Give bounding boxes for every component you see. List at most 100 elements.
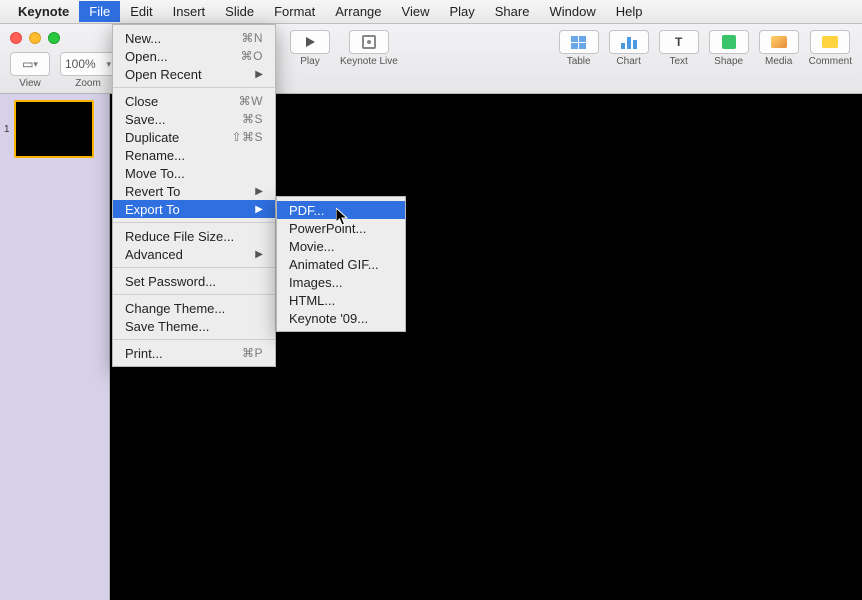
file-menu-reduce-file-size[interactable]: Reduce File Size... [113, 227, 275, 245]
slide-navigator[interactable]: 1 [0, 94, 110, 600]
file-menu-advanced[interactable]: Advanced ▶ [113, 245, 275, 263]
menu-item-label: Revert To [125, 184, 180, 199]
menu-item-label: Set Password... [125, 274, 216, 289]
menu-item-label: Save Theme... [125, 319, 209, 334]
chevron-right-icon: ▶ [255, 69, 263, 80]
shape-label: Shape [714, 56, 743, 67]
menu-view[interactable]: View [392, 1, 440, 22]
menu-separator [113, 222, 275, 223]
export-to-submenu: PDF...PowerPoint... Movie... Animated GIF.… [276, 196, 406, 332]
minimize-window-button[interactable] [29, 32, 41, 44]
chevron-down-icon: ▾ [33, 59, 38, 70]
file-menu-print[interactable]: Print... ⌘P [113, 344, 275, 362]
comment-icon [822, 36, 838, 48]
shape-button[interactable]: Shape [709, 30, 749, 67]
menu-item-label: Images... [289, 275, 342, 290]
export-html[interactable]: HTML... [277, 291, 405, 309]
menu-slide[interactable]: Slide [215, 1, 264, 22]
file-menu-set-password[interactable]: Set Password... [113, 272, 275, 290]
menu-item-label: Advanced [125, 247, 183, 262]
menu-item-label: Open... [125, 49, 168, 64]
text-button[interactable]: T Text [659, 30, 699, 67]
close-window-button[interactable] [10, 32, 22, 44]
menubar: Keynote FileEditInsertSlideFormatArrange… [0, 0, 862, 24]
export-animated-gif[interactable]: Animated GIF... [277, 255, 405, 273]
comment-label: Comment [809, 56, 852, 67]
chevron-right-icon: ▶ [255, 204, 263, 215]
menu-help[interactable]: Help [606, 1, 653, 22]
menu-file[interactable]: File [79, 1, 120, 22]
menu-edit[interactable]: Edit [120, 1, 162, 22]
chevron-right-icon: ▶ [255, 249, 263, 260]
file-menu-open[interactable]: Open...⌘O [113, 47, 275, 65]
file-menu-new[interactable]: New... ⌘N [113, 29, 275, 47]
menu-item-label: Keynote '09... [289, 311, 368, 326]
file-menu-move-to[interactable]: Move To... [113, 164, 275, 182]
menu-item-label: Open Recent [125, 67, 202, 82]
comment-button[interactable]: Comment [809, 30, 852, 67]
menu-separator [113, 87, 275, 88]
media-icon [771, 36, 787, 48]
sidebar-icon: ▭ [22, 57, 33, 71]
slide-thumbnail[interactable] [14, 100, 94, 158]
menu-item-label: Animated GIF... [289, 257, 379, 272]
file-menu-export-to[interactable]: Export To ▶ [113, 200, 275, 218]
menu-item-label: Close [125, 94, 158, 109]
menu-item-label: Print... [125, 346, 163, 361]
file-menu-close[interactable]: Close⌘W [113, 92, 275, 110]
keynote-live-button[interactable]: Keynote Live [340, 30, 398, 67]
file-menu-save-theme[interactable]: Save Theme... [113, 317, 275, 335]
window-controls [10, 32, 60, 44]
menu-item-label: Rename... [125, 148, 185, 163]
menu-item-label: Movie... [289, 239, 335, 254]
file-menu-duplicate[interactable]: Duplicate ⇧⌘S [113, 128, 275, 146]
menu-separator [113, 267, 275, 268]
menu-format[interactable]: Format [264, 1, 325, 22]
zoom-label: Zoom [75, 78, 101, 89]
export-powerpoint[interactable]: PowerPoint... [277, 219, 405, 237]
menu-separator [113, 294, 275, 295]
table-button[interactable]: Table [559, 30, 599, 67]
slide-thumbnail-item[interactable]: 1 [4, 100, 105, 158]
file-menu-revert-to[interactable]: Revert To ▶ [113, 182, 275, 200]
view-button[interactable]: ▭ ▾ View [10, 52, 50, 89]
text-label: Text [669, 56, 687, 67]
menu-shortcut: ⌘N [241, 31, 263, 45]
file-menu-open-recent[interactable]: Open Recent ▶ [113, 65, 275, 83]
menu-share[interactable]: Share [485, 1, 540, 22]
app-name[interactable]: Keynote [18, 4, 69, 19]
export-movie[interactable]: Movie... [277, 237, 405, 255]
file-menu-change-theme[interactable]: Change Theme... [113, 299, 275, 317]
table-label: Table [567, 56, 591, 67]
chevron-right-icon: ▶ [255, 186, 263, 197]
menu-item-label: New... [125, 31, 161, 46]
file-menu: New...⌘NOpen...⌘OOpen Recent▶Close⌘WSave… [112, 24, 276, 367]
menu-item-label: Save... [125, 112, 165, 127]
menu-arrange[interactable]: Arrange [325, 1, 391, 22]
view-label: View [19, 78, 41, 89]
export-keynote-09[interactable]: Keynote '09... [277, 309, 405, 327]
file-menu-save[interactable]: Save...⌘S [113, 110, 275, 128]
menu-separator [113, 339, 275, 340]
menu-shortcut: ⌘P [242, 346, 263, 360]
menu-item-label: PDF... [289, 203, 324, 218]
menu-shortcut: ⇧⌘S [231, 130, 263, 144]
menu-play[interactable]: Play [439, 1, 484, 22]
export-pdf[interactable]: PDF... [277, 201, 405, 219]
media-button[interactable]: Media [759, 30, 799, 67]
menu-item-label: Export To [125, 202, 180, 217]
file-menu-rename[interactable]: Rename... [113, 146, 275, 164]
zoom-window-button[interactable] [48, 32, 60, 44]
media-label: Media [765, 56, 792, 67]
zoom-button[interactable]: 100%▾ Zoom [60, 52, 116, 89]
slide-number: 1 [4, 124, 10, 135]
chart-button[interactable]: Chart [609, 30, 649, 67]
table-icon [571, 36, 586, 49]
menu-item-label: Duplicate [125, 130, 179, 145]
export-images[interactable]: Images... [277, 273, 405, 291]
menu-window[interactable]: Window [539, 1, 605, 22]
keynote-live-label: Keynote Live [340, 56, 398, 67]
play-button[interactable]: Play [290, 30, 330, 67]
menu-insert[interactable]: Insert [163, 1, 216, 22]
play-icon [306, 37, 315, 47]
